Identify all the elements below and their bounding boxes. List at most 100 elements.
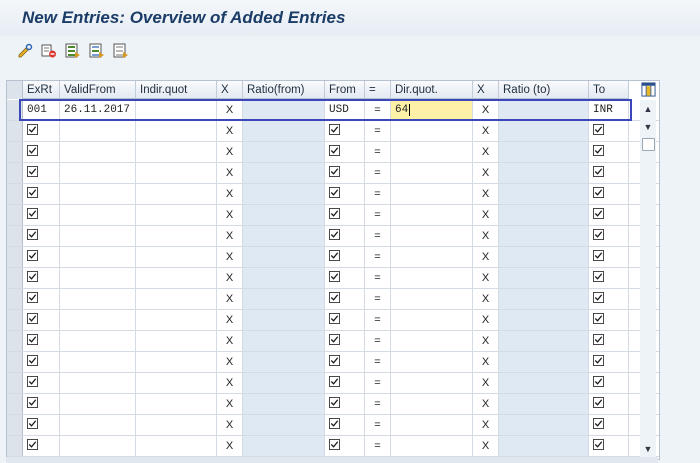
exrt-cell[interactable] [23, 268, 60, 288]
indir-quot-cell[interactable] [136, 247, 217, 267]
select-all-icon[interactable] [64, 42, 82, 60]
ratio-to-cell[interactable] [499, 226, 589, 246]
from-currency-cell[interactable] [325, 184, 365, 204]
row-selector[interactable] [7, 100, 23, 120]
select-block-icon[interactable] [88, 42, 106, 60]
to-currency-cell[interactable] [589, 268, 629, 288]
from-currency-cell[interactable] [325, 331, 365, 351]
indir-quot-cell[interactable] [136, 394, 217, 414]
from-currency-cell[interactable] [325, 310, 365, 330]
dir-quot-cell[interactable] [391, 331, 473, 351]
from-currency-cell[interactable] [325, 415, 365, 435]
indir-quot-cell[interactable] [136, 331, 217, 351]
to-currency-cell[interactable] [589, 205, 629, 225]
exrt-cell[interactable] [23, 310, 60, 330]
dir-quot-cell[interactable] [391, 163, 473, 183]
valid-from-cell[interactable] [60, 310, 136, 330]
valid-from-cell[interactable] [60, 205, 136, 225]
dir-quot-cell[interactable] [391, 310, 473, 330]
ratio-from-cell[interactable] [243, 184, 325, 204]
indir-quot-cell[interactable] [136, 100, 217, 120]
ratio-to-cell[interactable] [499, 163, 589, 183]
ratio-from-cell[interactable] [243, 142, 325, 162]
dir-quot-cell[interactable] [391, 226, 473, 246]
indir-quot-cell[interactable] [136, 373, 217, 393]
ratio-to-cell[interactable] [499, 289, 589, 309]
ratio-from-cell[interactable] [243, 436, 325, 456]
ratio-to-cell[interactable] [499, 373, 589, 393]
valid-from-cell[interactable] [60, 436, 136, 456]
from-currency-cell[interactable]: USD [325, 100, 365, 120]
row-selector[interactable] [7, 310, 23, 330]
from-currency-cell[interactable] [325, 436, 365, 456]
exrt-cell[interactable] [23, 205, 60, 225]
row-selector[interactable] [7, 373, 23, 393]
indir-quot-cell[interactable] [136, 184, 217, 204]
ratio-from-cell[interactable] [243, 247, 325, 267]
indir-quot-cell[interactable] [136, 121, 217, 141]
indir-quot-cell[interactable] [136, 226, 217, 246]
indir-quot-cell[interactable] [136, 436, 217, 456]
from-currency-cell[interactable] [325, 289, 365, 309]
ratio-from-cell[interactable] [243, 415, 325, 435]
col-header-ratio-to[interactable]: Ratio (to) [499, 81, 589, 99]
indir-quot-cell[interactable] [136, 142, 217, 162]
exrt-cell[interactable] [23, 163, 60, 183]
valid-from-cell[interactable] [60, 415, 136, 435]
dir-quot-cell[interactable] [391, 373, 473, 393]
exrt-cell[interactable] [23, 373, 60, 393]
col-header-dir-quot[interactable]: Dir.quot. [391, 81, 473, 99]
dir-quot-cell[interactable] [391, 289, 473, 309]
to-currency-cell[interactable] [589, 331, 629, 351]
row-selector[interactable] [7, 142, 23, 162]
col-header-ratio-from[interactable]: Ratio(from) [243, 81, 325, 99]
ratio-to-cell[interactable] [499, 184, 589, 204]
col-header-from[interactable]: From [325, 81, 365, 99]
ratio-from-cell[interactable] [243, 205, 325, 225]
from-currency-cell[interactable] [325, 352, 365, 372]
ratio-from-cell[interactable] [243, 100, 325, 120]
from-currency-cell[interactable] [325, 121, 365, 141]
exrt-cell[interactable] [23, 142, 60, 162]
exrt-cell[interactable]: 001 [23, 100, 60, 120]
ratio-to-cell[interactable] [499, 142, 589, 162]
from-currency-cell[interactable] [325, 247, 365, 267]
indir-quot-cell[interactable] [136, 415, 217, 435]
row-selector[interactable] [7, 121, 23, 141]
to-currency-cell[interactable] [589, 394, 629, 414]
ratio-from-cell[interactable] [243, 268, 325, 288]
to-currency-cell[interactable] [589, 289, 629, 309]
scroll-bottom-button[interactable]: ▼ [640, 442, 656, 456]
valid-from-cell[interactable] [60, 331, 136, 351]
ratio-to-cell[interactable] [499, 268, 589, 288]
row-selector[interactable] [7, 394, 23, 414]
exrt-cell[interactable] [23, 331, 60, 351]
indir-quot-cell[interactable] [136, 289, 217, 309]
exrt-cell[interactable] [23, 415, 60, 435]
indir-quot-cell[interactable] [136, 205, 217, 225]
ratio-to-cell[interactable] [499, 436, 589, 456]
from-currency-cell[interactable] [325, 163, 365, 183]
select-all-rows-handle[interactable] [7, 81, 23, 99]
exrt-cell[interactable] [23, 121, 60, 141]
dir-quot-cell[interactable] [391, 394, 473, 414]
from-currency-cell[interactable] [325, 205, 365, 225]
to-currency-cell[interactable] [589, 373, 629, 393]
dir-quot-cell[interactable] [391, 184, 473, 204]
ratio-to-cell[interactable] [499, 415, 589, 435]
to-currency-cell[interactable] [589, 121, 629, 141]
valid-from-cell[interactable]: 26.11.2017 [60, 100, 136, 120]
dir-quot-cell[interactable] [391, 268, 473, 288]
exrt-cell[interactable] [23, 289, 60, 309]
row-selector[interactable] [7, 268, 23, 288]
dir-quot-cell[interactable] [391, 247, 473, 267]
indir-quot-cell[interactable] [136, 163, 217, 183]
to-currency-cell[interactable]: INR [589, 100, 629, 120]
col-header-x-to[interactable]: X [473, 81, 499, 99]
indir-quot-cell[interactable] [136, 310, 217, 330]
exrt-cell[interactable] [23, 247, 60, 267]
col-header-exrt[interactable]: ExRt [23, 81, 60, 99]
exrt-cell[interactable] [23, 352, 60, 372]
from-currency-cell[interactable] [325, 226, 365, 246]
row-selector[interactable] [7, 226, 23, 246]
